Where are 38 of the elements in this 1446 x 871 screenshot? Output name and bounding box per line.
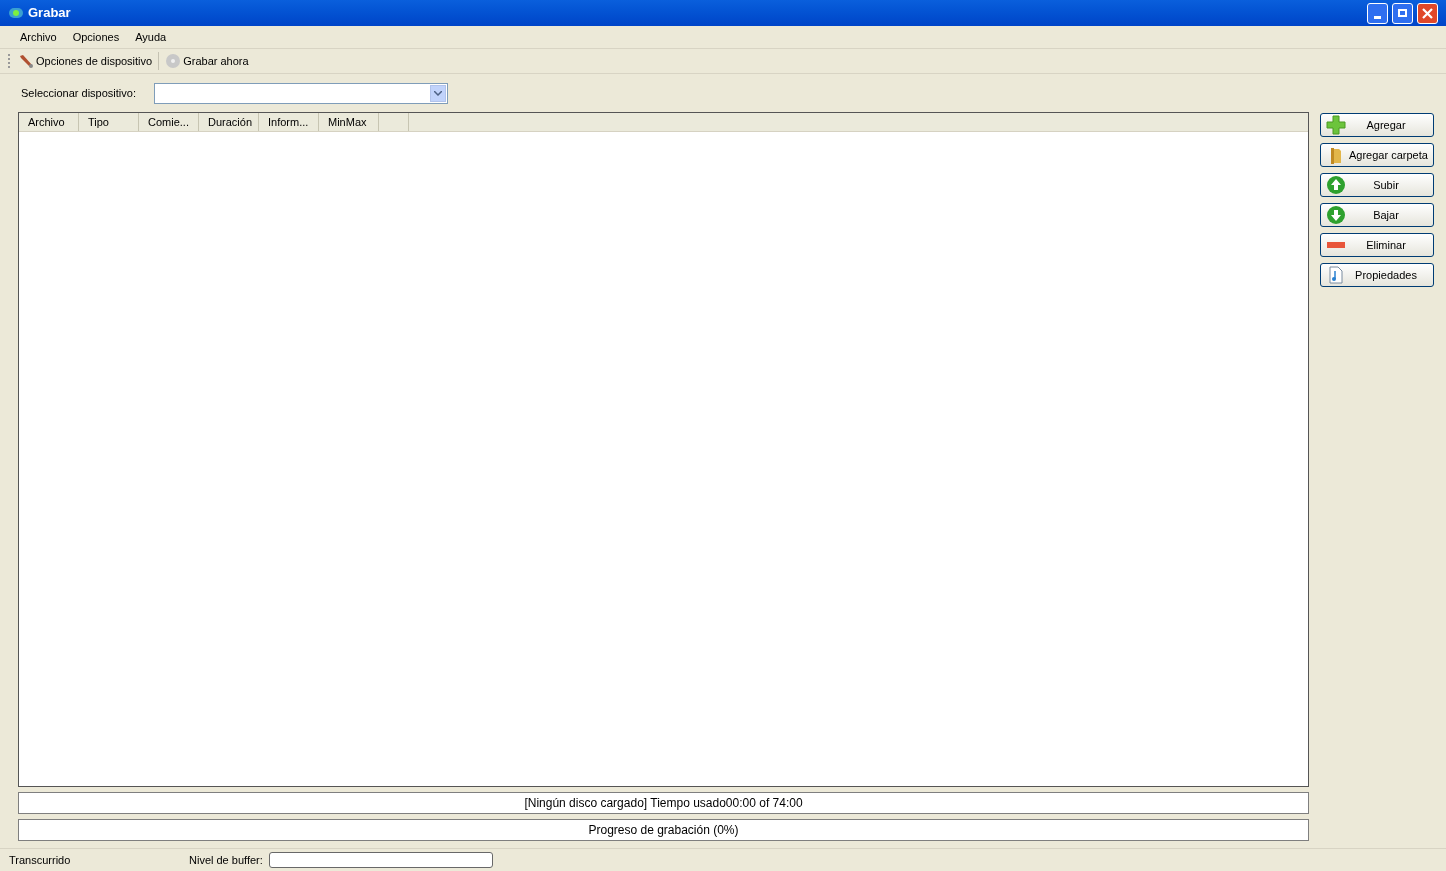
side-button[interactable]: Propiedades — [1320, 263, 1434, 287]
column-header[interactable]: Comie... — [139, 113, 199, 131]
column-header[interactable]: Duración — [199, 113, 259, 131]
device-label: Seleccionar dispositivo: — [21, 85, 136, 101]
wrench-icon — [18, 53, 34, 69]
arrow-up-icon — [1326, 175, 1346, 195]
side-button[interactable]: Subir — [1320, 173, 1434, 197]
app-icon — [8, 6, 24, 20]
menu-item[interactable]: Ayuda — [127, 28, 175, 46]
column-header[interactable]: Tipo — [79, 113, 139, 131]
progress-text: Progreso de grabación (0%) — [588, 822, 739, 839]
disc-icon — [165, 53, 182, 69]
progress-text: [Ningún disco cargado] Tiempo usado00:00 of 74:00 — [524, 795, 803, 812]
close-button[interactable] — [1417, 2, 1438, 24]
toolbar-button[interactable]: Grabar ahora — [163, 52, 251, 70]
column-header[interactable]: MinMax — [319, 113, 379, 131]
elapsed-label: Transcurrido — [9, 852, 72, 868]
folder-icon — [1329, 145, 1343, 165]
chevron-down-icon — [433, 90, 442, 96]
plus-icon — [1326, 115, 1346, 135]
music-file-icon — [1329, 266, 1343, 284]
minimize-button[interactable] — [1367, 2, 1388, 24]
minus-icon — [1327, 241, 1345, 249]
menu-item[interactable]: Opciones — [64, 28, 128, 46]
device-dropdown[interactable] — [153, 82, 448, 104]
side-button[interactable]: Bajar — [1320, 203, 1434, 227]
column-header[interactable]: Inform... — [259, 113, 319, 131]
side-button[interactable]: Agregar carpeta — [1320, 143, 1434, 167]
menu-item[interactable]: Archivo — [12, 28, 65, 46]
side-button[interactable]: Agregar — [1320, 113, 1434, 137]
restore-button[interactable] — [1392, 2, 1413, 24]
arrow-down-icon — [1326, 205, 1346, 225]
window-title: Grabar — [28, 4, 71, 23]
column-header[interactable]: Archivo — [19, 113, 79, 131]
buffer-label: Nivel de buffer: — [189, 852, 263, 868]
close-icon — [1422, 7, 1433, 19]
side-button[interactable]: Eliminar — [1320, 233, 1434, 257]
toolbar-button[interactable]: Opciones de dispositivo — [16, 52, 155, 70]
